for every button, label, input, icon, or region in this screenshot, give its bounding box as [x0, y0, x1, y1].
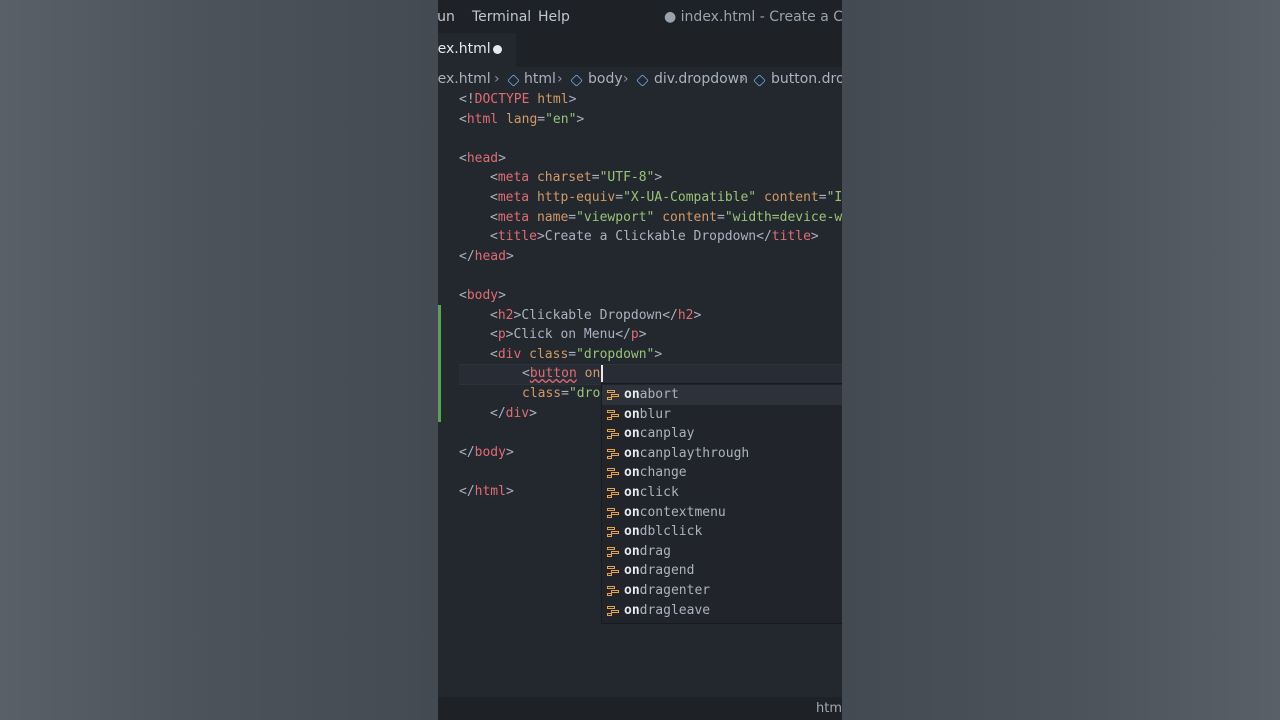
breadcrumb-item-file[interactable]: index.html: [438, 71, 491, 87]
language-mode[interactable]: htm: [816, 701, 842, 716]
code-line: <!DOCTYPE html>: [459, 92, 577, 107]
code-line: <p>Click on Menu</p>: [490, 327, 647, 343]
window-title: ● index.html - Create a Clickable: [664, 9, 842, 25]
autocomplete-suggestions: onabort onblur oncanplay oncanplaythroug…: [601, 383, 842, 624]
code-line: <head>: [459, 150, 506, 166]
suggestion-item[interactable]: ondragleave: [602, 601, 842, 621]
tab-index-html[interactable]: index.html: [438, 33, 516, 67]
code-line: <body>: [459, 288, 506, 303]
property-icon: [607, 546, 620, 557]
suggestion-item[interactable]: oncanplay: [602, 424, 842, 444]
suggestion-item[interactable]: ondblclick: [602, 522, 842, 542]
property-icon: [607, 429, 620, 440]
code-line-current: <button on: [522, 366, 601, 382]
background-left: [0, 0, 438, 720]
property-icon: [607, 409, 620, 420]
background-right: [842, 0, 1280, 720]
status-bar: htm: [438, 697, 842, 720]
current-line-highlight: [459, 364, 842, 385]
code-line: <html lang="en">: [459, 111, 585, 127]
code-editor-window: Run Terminal Help ● index.html - Create …: [438, 0, 842, 720]
suggestion-item[interactable]: onabort: [602, 385, 842, 405]
menu-help[interactable]: Help: [538, 9, 570, 25]
breadcrumb-item-body[interactable]: body: [588, 71, 623, 87]
breadcrumb-item-div[interactable]: div.dropdown: [654, 71, 748, 87]
property-icon: [607, 507, 620, 518]
tab-bar: index.html: [438, 33, 842, 67]
menu-terminal[interactable]: Terminal: [472, 9, 531, 25]
code-line: <title>Create a Clickable Dropdown</titl…: [490, 229, 819, 245]
property-icon: [607, 488, 620, 498]
property-icon: [607, 448, 620, 459]
chevron-right-icon: ›: [494, 71, 500, 87]
modified-lines-indicator: [438, 305, 441, 422]
suggestion-item[interactable]: ondragenter: [602, 581, 842, 601]
code-line: <meta charset="UTF-8">: [490, 170, 663, 186]
suggestion-item[interactable]: ondrag: [602, 542, 842, 562]
suggestion-item[interactable]: oncanplaythrough: [602, 444, 842, 464]
chevron-right-icon: ›: [557, 71, 563, 87]
property-icon: [607, 586, 620, 596]
breadcrumb-item-button[interactable]: button.drop: [771, 71, 842, 87]
element-icon: [753, 74, 766, 87]
code-line: </html>: [459, 484, 514, 499]
suggestion-item[interactable]: onblur: [602, 405, 842, 425]
element-icon: [570, 74, 583, 87]
property-icon: [607, 605, 620, 616]
code-line: </body>: [459, 444, 514, 460]
suggestion-item[interactable]: onclick: [602, 483, 842, 503]
code-line: <div class="dropdown">: [490, 346, 663, 362]
breadcrumb-item-html[interactable]: html: [524, 71, 556, 87]
suggestion-item[interactable]: ondragend: [602, 561, 842, 581]
code-line: <meta name="viewport" content="width=dev…: [490, 209, 842, 225]
breadcrumb: index.html › html › body › div.dropdown …: [438, 69, 842, 91]
code-line: </div>: [490, 405, 537, 421]
unsaved-dot-icon[interactable]: [493, 45, 502, 54]
chevron-right-icon: ›: [623, 71, 629, 87]
property-icon: [607, 390, 620, 400]
code-line: class="dro: [522, 386, 601, 401]
suggestion-item[interactable]: oncontextmenu: [602, 503, 842, 523]
property-icon: [607, 527, 620, 538]
property-icon: [607, 566, 620, 577]
code-line: </head>: [459, 248, 514, 264]
property-icon: [607, 468, 620, 479]
menu-run[interactable]: Run: [438, 9, 455, 25]
text-cursor: [601, 365, 603, 382]
element-icon: [507, 74, 520, 87]
code-line: <h2>Clickable Dropdown</h2>: [490, 307, 702, 323]
suggestion-item[interactable]: onchange: [602, 463, 842, 483]
tab-label: index.html: [438, 41, 491, 57]
menu-bar: Run Terminal Help ● index.html - Create …: [438, 0, 842, 33]
element-icon: [636, 74, 649, 87]
code-line: <meta http-equiv="X-UA-Compatible" conte…: [490, 190, 842, 205]
chevron-right-icon: ›: [740, 71, 746, 87]
